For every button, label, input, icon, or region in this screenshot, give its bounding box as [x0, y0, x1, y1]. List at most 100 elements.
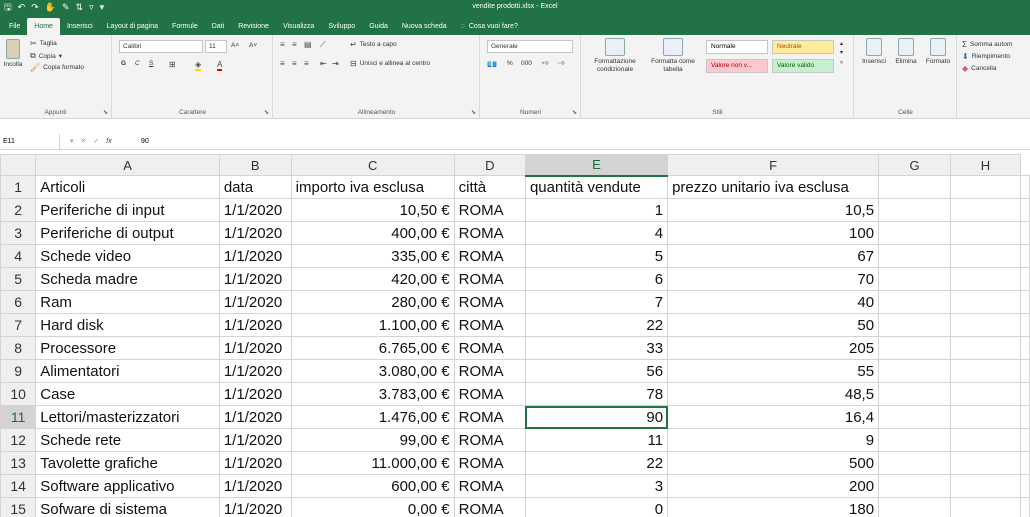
tab-sviluppo[interactable]: Sviluppo	[321, 18, 362, 35]
cell-overflow[interactable]	[1020, 336, 1030, 360]
cell-d4[interactable]: ROMA	[453, 244, 526, 268]
cell-g10[interactable]	[878, 382, 951, 406]
cell-e14[interactable]: 3	[524, 474, 669, 498]
cell-g5[interactable]	[878, 267, 951, 291]
cell-overflow[interactable]	[1020, 244, 1030, 268]
tab-formule[interactable]: Formule	[165, 18, 205, 35]
cell-f7[interactable]: 50	[667, 313, 880, 337]
cell-b13[interactable]: 1/1/2020	[218, 451, 292, 475]
cell-f2[interactable]: 10,5	[667, 198, 880, 222]
tab-file[interactable]: File	[2, 18, 27, 35]
cell-overflow[interactable]	[1020, 451, 1030, 475]
align-top-button[interactable]: ≡	[280, 40, 285, 49]
cell-h12[interactable]	[949, 428, 1022, 452]
cell-b11[interactable]: 1/1/2020	[218, 405, 292, 429]
cell-a1[interactable]: Articoli	[35, 175, 220, 199]
cell-e9[interactable]: 56	[524, 359, 669, 383]
percent-button[interactable]: %	[507, 60, 513, 67]
cell-f10[interactable]: 48,5	[667, 382, 880, 406]
cell-a9[interactable]: Alimentatori	[35, 359, 220, 383]
cell-overflow[interactable]	[1020, 267, 1030, 291]
clipboard-launcher-icon[interactable]: ⬊	[103, 109, 108, 116]
cell-b6[interactable]: 1/1/2020	[218, 290, 292, 314]
align-middle-button[interactable]: ≡	[292, 40, 297, 49]
fill-color-button[interactable]: ◈	[195, 60, 202, 71]
cell-c1[interactable]: importo iva esclusa	[290, 175, 455, 199]
cell-style-neutrale[interactable]: Neutrale	[772, 40, 834, 54]
cell-f8[interactable]: 205	[667, 336, 880, 360]
cell-style-valore-non-v[interactable]: Valore non v...	[706, 59, 768, 73]
cell-h2[interactable]	[949, 198, 1022, 222]
insert-function-icon[interactable]: fx	[106, 134, 111, 150]
cell-d8[interactable]: ROMA	[453, 336, 526, 360]
cell-c13[interactable]: 11.000,00 €	[290, 451, 455, 475]
cell-b10[interactable]: 1/1/2020	[218, 382, 292, 406]
cell-d3[interactable]: ROMA	[453, 221, 526, 245]
copy-button[interactable]: ⧉ Copia ▾	[30, 51, 62, 61]
cell-c4[interactable]: 335,00 €	[290, 244, 455, 268]
delete-cells-button[interactable]: Elimina	[891, 38, 921, 66]
row-header[interactable]: 9	[0, 359, 37, 383]
cut-button[interactable]: ✂ Taglia	[30, 39, 57, 48]
row-header[interactable]: 12	[0, 428, 37, 452]
autosum-button[interactable]: Σ Somma autom	[962, 40, 1012, 49]
cell-f1[interactable]: prezzo unitario iva esclusa	[667, 175, 880, 199]
cell-overflow[interactable]	[1020, 221, 1030, 245]
cell-d9[interactable]: ROMA	[453, 359, 526, 383]
cell-overflow[interactable]	[1020, 428, 1030, 452]
cell-h13[interactable]	[949, 451, 1022, 475]
cell-f4[interactable]: 67	[667, 244, 880, 268]
cell-c12[interactable]: 99,00 €	[290, 428, 455, 452]
cell-e6[interactable]: 7	[524, 290, 669, 314]
alignment-launcher-icon[interactable]: ⬊	[471, 109, 476, 116]
cell-c10[interactable]: 3.783,00 €	[290, 382, 455, 406]
tab-visualizza[interactable]: Visualizza	[276, 18, 321, 35]
cell-g8[interactable]	[878, 336, 951, 360]
formula-input[interactable]: 90	[136, 134, 149, 150]
insert-cells-button[interactable]: Inserisci	[859, 38, 889, 66]
column-header-a[interactable]: A	[35, 154, 220, 176]
worksheet-grid[interactable]: ABCDEFGH 1 Articoli data importo iva esclus…	[0, 154, 1030, 517]
underline-button[interactable]: S	[149, 60, 153, 67]
font-grow-button[interactable]: A˄	[231, 42, 239, 49]
cell-c15[interactable]: 0,00 €	[290, 497, 455, 517]
cell-a13[interactable]: Tavolette grafiche	[35, 451, 220, 475]
cell-overflow[interactable]	[1020, 290, 1030, 314]
cell-b14[interactable]: 1/1/2020	[218, 474, 292, 498]
cell-g4[interactable]	[878, 244, 951, 268]
align-center-button[interactable]: ≡	[292, 59, 297, 68]
redo-icon[interactable]: ↷	[31, 1, 39, 13]
cell-f3[interactable]: 100	[667, 221, 880, 245]
align-bottom-button[interactable]: ▤	[304, 40, 312, 49]
format-cells-button[interactable]: Formato	[923, 38, 953, 66]
cell-f11[interactable]: 16,4	[667, 405, 880, 429]
tab-home[interactable]: Home	[27, 18, 60, 35]
formula-cancel-icon[interactable]: ✕	[81, 134, 87, 150]
merge-center-button[interactable]: ⊟ Unisci e allinea al centro	[350, 59, 430, 68]
number-launcher-icon[interactable]: ⬊	[572, 109, 577, 116]
cell-b4[interactable]: 1/1/2020	[218, 244, 292, 268]
row-header[interactable]: 13	[0, 451, 37, 475]
font-shrink-button[interactable]: A˅	[249, 42, 257, 49]
increase-indent-button[interactable]: ⇥	[332, 59, 339, 68]
column-header-g[interactable]: G	[878, 154, 951, 176]
column-header-b[interactable]: B	[218, 154, 292, 176]
cell-overflow[interactable]	[1020, 175, 1030, 199]
cell-f5[interactable]: 70	[667, 267, 880, 291]
undo-icon[interactable]: ↶	[18, 1, 26, 13]
align-left-button[interactable]: ≡	[280, 59, 285, 68]
cell-d13[interactable]: ROMA	[453, 451, 526, 475]
row-header[interactable]: 14	[0, 474, 37, 498]
cell-a5[interactable]: Scheda madre	[35, 267, 220, 291]
cell-d10[interactable]: ROMA	[453, 382, 526, 406]
cell-overflow[interactable]	[1020, 405, 1030, 429]
cell-overflow[interactable]	[1020, 313, 1030, 337]
formula-enter-icon[interactable]: ✓	[93, 134, 99, 150]
name-box-dropdown-icon[interactable]: ▾	[70, 134, 74, 150]
cell-d15[interactable]: ROMA	[453, 497, 526, 517]
tab-inserisci[interactable]: Inserisci	[60, 18, 100, 35]
cell-overflow[interactable]	[1020, 497, 1030, 517]
cell-b7[interactable]: 1/1/2020	[218, 313, 292, 337]
cell-g12[interactable]	[878, 428, 951, 452]
row-header[interactable]: 2	[0, 198, 37, 222]
